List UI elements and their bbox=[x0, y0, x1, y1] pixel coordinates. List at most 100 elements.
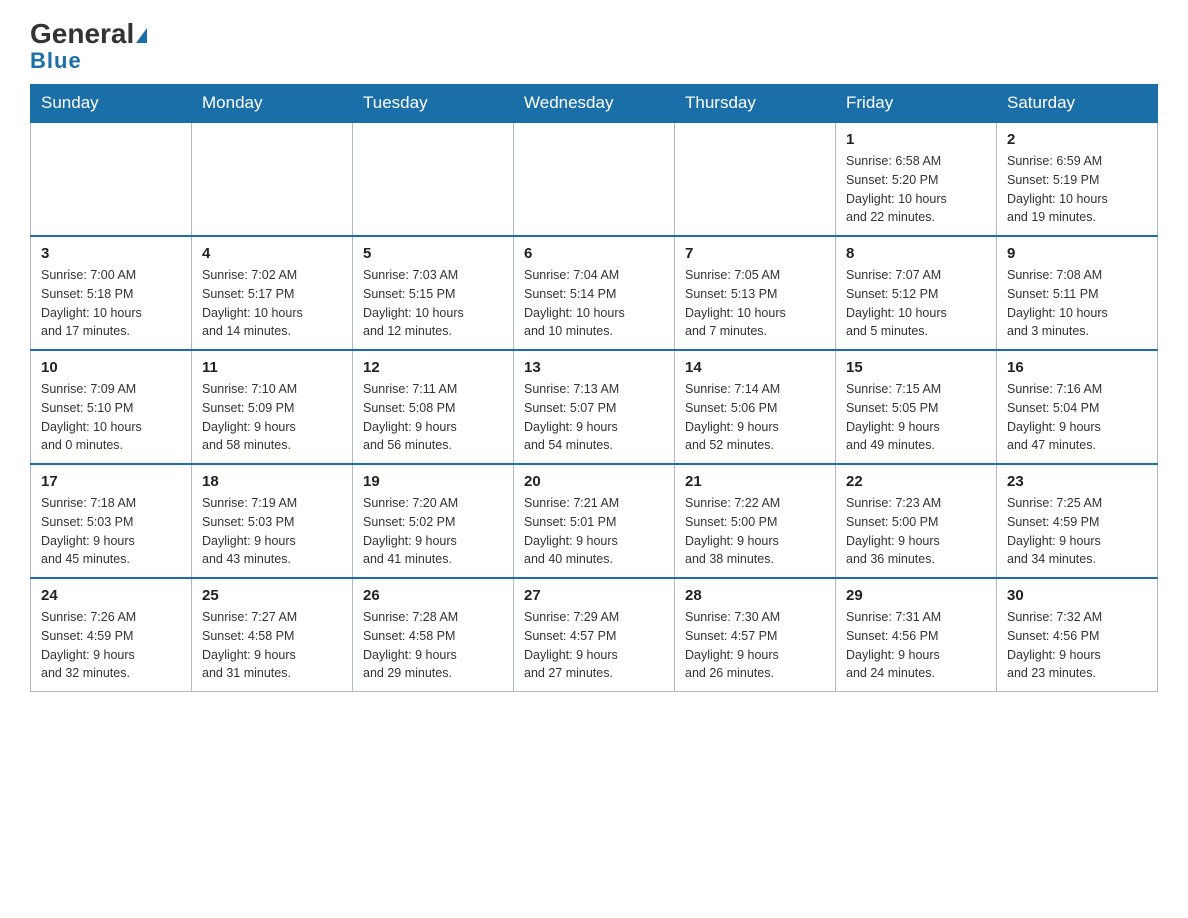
day-info: Sunrise: 7:22 AM Sunset: 5:00 PM Dayligh… bbox=[685, 494, 825, 569]
day-number: 9 bbox=[1007, 245, 1147, 262]
day-info: Sunrise: 7:31 AM Sunset: 4:56 PM Dayligh… bbox=[846, 608, 986, 683]
weekday-header-monday: Monday bbox=[192, 85, 353, 123]
calendar-cell: 28 Sunrise: 7:30 AM Sunset: 4:57 PM Dayli… bbox=[675, 578, 836, 692]
day-number: 13 bbox=[524, 359, 664, 376]
calendar-cell: 15 Sunrise: 7:15 AM Sunset: 5:05 PM Dayli… bbox=[836, 350, 997, 464]
day-info: Sunrise: 7:16 AM Sunset: 5:04 PM Dayligh… bbox=[1007, 380, 1147, 455]
calendar-cell: 26Sunrise: 7:28 AM Sunset: 4:58 PM Dayli… bbox=[353, 578, 514, 692]
day-number: 4 bbox=[202, 245, 342, 262]
weekday-header-sunday: Sunday bbox=[31, 85, 192, 123]
day-info: Sunrise: 7:18 AM Sunset: 5:03 PM Dayligh… bbox=[41, 494, 181, 569]
day-info: Sunrise: 7:13 AM Sunset: 5:07 PM Dayligh… bbox=[524, 380, 664, 455]
day-info: Sunrise: 7:25 AM Sunset: 4:59 PM Dayligh… bbox=[1007, 494, 1147, 569]
calendar-cell: 9 Sunrise: 7:08 AM Sunset: 5:11 PM Daylig… bbox=[997, 236, 1158, 350]
calendar-cell: 7 Sunrise: 7:05 AM Sunset: 5:13 PM Daylig… bbox=[675, 236, 836, 350]
calendar-cell: 16 Sunrise: 7:16 AM Sunset: 5:04 PM Dayli… bbox=[997, 350, 1158, 464]
weekday-header-tuesday: Tuesday bbox=[353, 85, 514, 123]
day-number: 24 bbox=[41, 587, 181, 604]
calendar-cell: 21 Sunrise: 7:22 AM Sunset: 5:00 PM Dayli… bbox=[675, 464, 836, 578]
day-info: Sunrise: 7:19 AM Sunset: 5:03 PM Dayligh… bbox=[202, 494, 342, 569]
day-number: 20 bbox=[524, 473, 664, 490]
calendar-table: SundayMondayTuesdayWednesdayThursdayFrid… bbox=[30, 84, 1158, 692]
calendar-week-3: 10 Sunrise: 7:09 AM Sunset: 5:10 PM Dayli… bbox=[31, 350, 1158, 464]
calendar-cell: 3 Sunrise: 7:00 AM Sunset: 5:18 PM Daylig… bbox=[31, 236, 192, 350]
day-info: Sunrise: 7:23 AM Sunset: 5:00 PM Dayligh… bbox=[846, 494, 986, 569]
calendar-cell: 19Sunrise: 7:20 AM Sunset: 5:02 PM Dayli… bbox=[353, 464, 514, 578]
calendar-cell: 11Sunrise: 7:10 AM Sunset: 5:09 PM Dayli… bbox=[192, 350, 353, 464]
day-info: Sunrise: 7:30 AM Sunset: 4:57 PM Dayligh… bbox=[685, 608, 825, 683]
calendar-cell: 25Sunrise: 7:27 AM Sunset: 4:58 PM Dayli… bbox=[192, 578, 353, 692]
day-number: 28 bbox=[685, 587, 825, 604]
day-info: Sunrise: 7:00 AM Sunset: 5:18 PM Dayligh… bbox=[41, 266, 181, 341]
day-number: 30 bbox=[1007, 587, 1147, 604]
day-number: 11 bbox=[202, 359, 342, 376]
weekday-header-saturday: Saturday bbox=[997, 85, 1158, 123]
calendar-header-row: SundayMondayTuesdayWednesdayThursdayFrid… bbox=[31, 85, 1158, 123]
calendar-cell bbox=[31, 122, 192, 236]
day-number: 10 bbox=[41, 359, 181, 376]
day-number: 17 bbox=[41, 473, 181, 490]
weekday-header-wednesday: Wednesday bbox=[514, 85, 675, 123]
calendar-week-5: 24 Sunrise: 7:26 AM Sunset: 4:59 PM Dayli… bbox=[31, 578, 1158, 692]
calendar-cell bbox=[514, 122, 675, 236]
day-info: Sunrise: 7:32 AM Sunset: 4:56 PM Dayligh… bbox=[1007, 608, 1147, 683]
day-info: Sunrise: 7:15 AM Sunset: 5:05 PM Dayligh… bbox=[846, 380, 986, 455]
day-number: 3 bbox=[41, 245, 181, 262]
calendar-cell bbox=[675, 122, 836, 236]
day-number: 8 bbox=[846, 245, 986, 262]
day-info: Sunrise: 7:14 AM Sunset: 5:06 PM Dayligh… bbox=[685, 380, 825, 455]
page-header: General Blue bbox=[30, 20, 1158, 74]
day-number: 5 bbox=[363, 245, 503, 262]
weekday-header-friday: Friday bbox=[836, 85, 997, 123]
calendar-cell bbox=[353, 122, 514, 236]
calendar-cell: 22 Sunrise: 7:23 AM Sunset: 5:00 PM Dayli… bbox=[836, 464, 997, 578]
calendar-cell: 20 Sunrise: 7:21 AM Sunset: 5:01 PM Dayli… bbox=[514, 464, 675, 578]
day-info: Sunrise: 7:26 AM Sunset: 4:59 PM Dayligh… bbox=[41, 608, 181, 683]
day-number: 2 bbox=[1007, 131, 1147, 148]
calendar-cell: 8 Sunrise: 7:07 AM Sunset: 5:12 PM Daylig… bbox=[836, 236, 997, 350]
calendar-cell: 6 Sunrise: 7:04 AM Sunset: 5:14 PM Daylig… bbox=[514, 236, 675, 350]
day-info: Sunrise: 7:11 AM Sunset: 5:08 PM Dayligh… bbox=[363, 380, 503, 455]
day-info: Sunrise: 7:28 AM Sunset: 4:58 PM Dayligh… bbox=[363, 608, 503, 683]
day-info: Sunrise: 7:05 AM Sunset: 5:13 PM Dayligh… bbox=[685, 266, 825, 341]
calendar-cell: 23Sunrise: 7:25 AM Sunset: 4:59 PM Dayli… bbox=[997, 464, 1158, 578]
calendar-cell bbox=[192, 122, 353, 236]
day-number: 19 bbox=[363, 473, 503, 490]
calendar-week-2: 3 Sunrise: 7:00 AM Sunset: 5:18 PM Daylig… bbox=[31, 236, 1158, 350]
day-number: 22 bbox=[846, 473, 986, 490]
day-info: Sunrise: 7:08 AM Sunset: 5:11 PM Dayligh… bbox=[1007, 266, 1147, 341]
day-info: Sunrise: 7:02 AM Sunset: 5:17 PM Dayligh… bbox=[202, 266, 342, 341]
day-number: 16 bbox=[1007, 359, 1147, 376]
weekday-header-thursday: Thursday bbox=[675, 85, 836, 123]
calendar-cell: 5 Sunrise: 7:03 AM Sunset: 5:15 PM Daylig… bbox=[353, 236, 514, 350]
day-info: Sunrise: 7:03 AM Sunset: 5:15 PM Dayligh… bbox=[363, 266, 503, 341]
calendar-cell: 17 Sunrise: 7:18 AM Sunset: 5:03 PM Dayli… bbox=[31, 464, 192, 578]
calendar-cell: 27Sunrise: 7:29 AM Sunset: 4:57 PM Dayli… bbox=[514, 578, 675, 692]
day-info: Sunrise: 6:59 AM Sunset: 5:19 PM Dayligh… bbox=[1007, 152, 1147, 227]
day-number: 18 bbox=[202, 473, 342, 490]
calendar-cell: 2 Sunrise: 6:59 AM Sunset: 5:19 PM Daylig… bbox=[997, 122, 1158, 236]
day-number: 21 bbox=[685, 473, 825, 490]
day-info: Sunrise: 7:29 AM Sunset: 4:57 PM Dayligh… bbox=[524, 608, 664, 683]
day-number: 6 bbox=[524, 245, 664, 262]
day-number: 1 bbox=[846, 131, 986, 148]
day-info: Sunrise: 7:09 AM Sunset: 5:10 PM Dayligh… bbox=[41, 380, 181, 455]
calendar-cell: 12 Sunrise: 7:11 AM Sunset: 5:08 PM Dayli… bbox=[353, 350, 514, 464]
calendar-cell: 13 Sunrise: 7:13 AM Sunset: 5:07 PM Dayli… bbox=[514, 350, 675, 464]
day-number: 12 bbox=[363, 359, 503, 376]
day-number: 7 bbox=[685, 245, 825, 262]
day-info: Sunrise: 7:07 AM Sunset: 5:12 PM Dayligh… bbox=[846, 266, 986, 341]
day-number: 15 bbox=[846, 359, 986, 376]
day-number: 14 bbox=[685, 359, 825, 376]
calendar-cell: 30 Sunrise: 7:32 AM Sunset: 4:56 PM Dayli… bbox=[997, 578, 1158, 692]
calendar-cell: 18 Sunrise: 7:19 AM Sunset: 5:03 PM Dayli… bbox=[192, 464, 353, 578]
logo-blue: Blue bbox=[30, 48, 82, 74]
calendar-week-4: 17 Sunrise: 7:18 AM Sunset: 5:03 PM Dayli… bbox=[31, 464, 1158, 578]
day-number: 29 bbox=[846, 587, 986, 604]
day-info: Sunrise: 7:04 AM Sunset: 5:14 PM Dayligh… bbox=[524, 266, 664, 341]
day-info: Sunrise: 7:21 AM Sunset: 5:01 PM Dayligh… bbox=[524, 494, 664, 569]
calendar-cell: 4 Sunrise: 7:02 AM Sunset: 5:17 PM Daylig… bbox=[192, 236, 353, 350]
calendar-cell: 29 Sunrise: 7:31 AM Sunset: 4:56 PM Dayli… bbox=[836, 578, 997, 692]
day-info: Sunrise: 7:27 AM Sunset: 4:58 PM Dayligh… bbox=[202, 608, 342, 683]
logo: General Blue bbox=[30, 20, 147, 74]
